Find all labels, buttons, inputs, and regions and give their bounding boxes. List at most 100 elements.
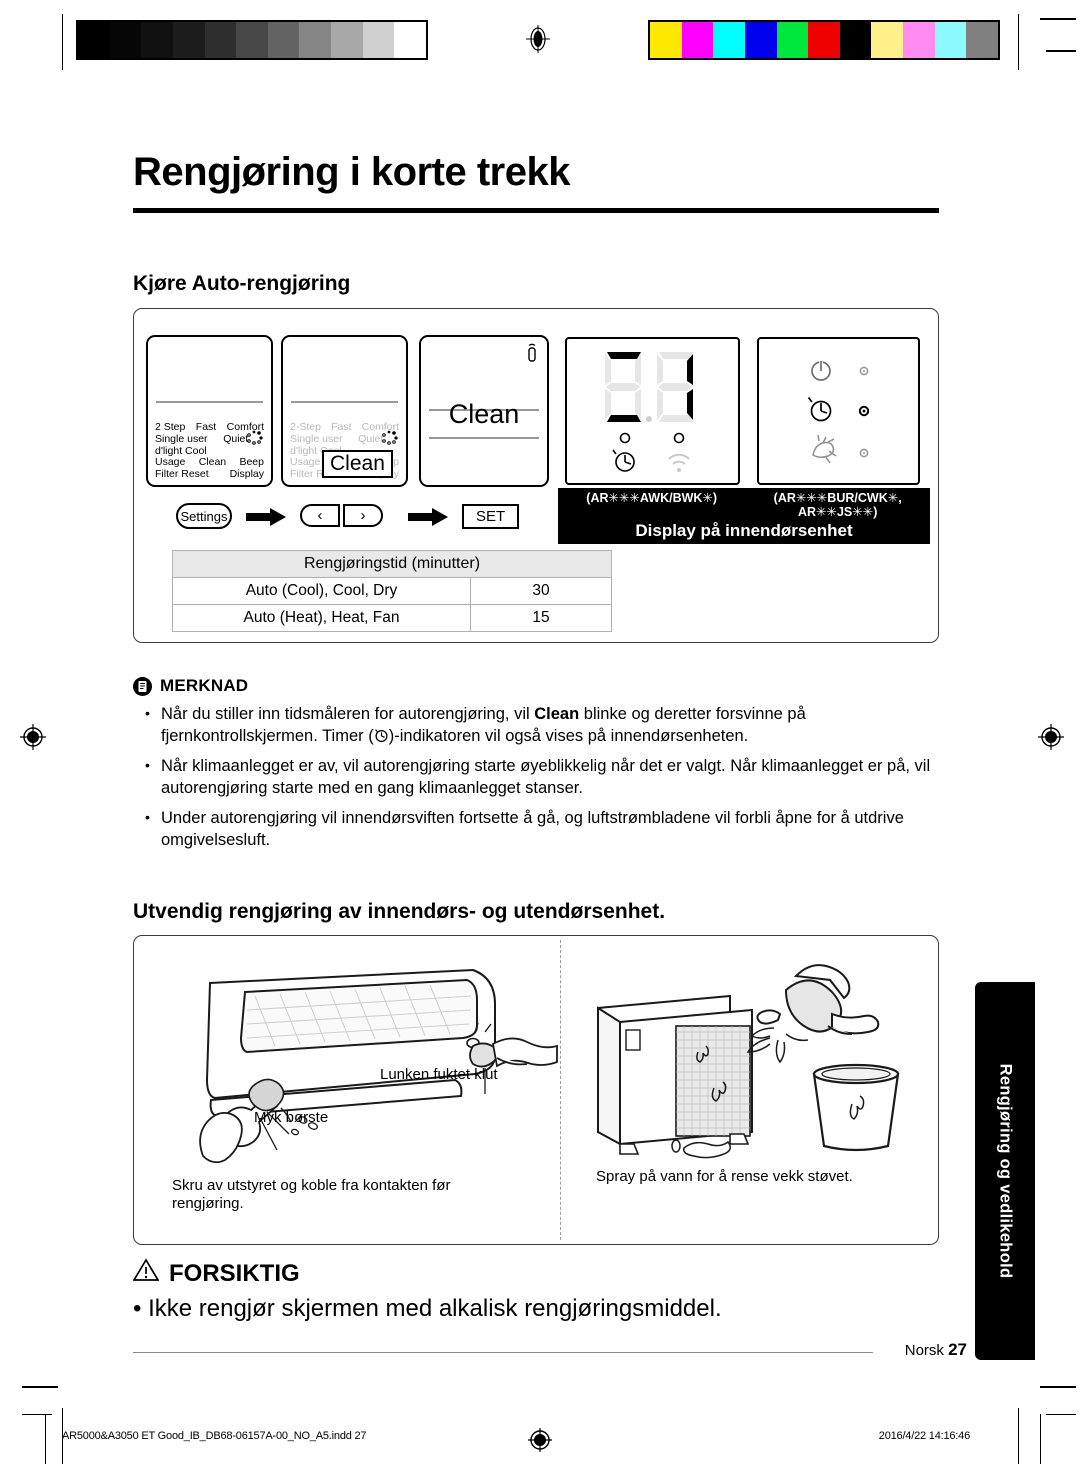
table-cell-minutes: 30 [470, 577, 612, 605]
note-section: MERKNAD Når du stiller inn tidsmåleren f… [133, 676, 948, 859]
timer-icon [374, 727, 389, 743]
color-swatch-5 [808, 22, 840, 58]
model-code-right-line2: AR✳✳JS✳✳) [797, 505, 878, 519]
model-code-left: (AR✳✳✳AWK/BWK✳) [586, 491, 718, 505]
clean-highlight-label: Clean [322, 450, 393, 478]
right-panel-indicator-icons [807, 360, 870, 464]
left-arrow-key[interactable]: ‹ [300, 504, 340, 527]
grayscale-swatch-6 [267, 22, 300, 58]
indoor-display-caption: Display på innendørsenhet [635, 521, 853, 540]
cleaning-time-table: Rengjøringstid (minutter) Auto (Cool), C… [172, 550, 612, 632]
registration-mark-left [18, 722, 48, 752]
indoor-unit-illustration [199, 968, 558, 1164]
note-b1-p3: )-indikatoren vil også vises på innendør… [388, 727, 749, 745]
table-cell-minutes: 15 [470, 604, 612, 632]
grayscale-swatch-8 [331, 22, 363, 58]
caution-section: FORSIKTIG • Ikke rengjør skjermen med al… [132, 1258, 722, 1323]
crop-line-br-h1 [1040, 1386, 1076, 1388]
right-arrow-key[interactable]: › [343, 504, 383, 527]
remote1-r2c1: Single user [155, 432, 208, 445]
note-document-icon [133, 676, 152, 696]
color-swatch-4 [776, 22, 809, 58]
color-swatch-1 [681, 22, 714, 58]
color-swatch-9 [934, 22, 967, 58]
caution-heading-row: FORSIKTIG [132, 1258, 722, 1289]
note-bullet-list: Når du stiller inn tidsmåleren for autor… [133, 702, 948, 851]
table-header: Rengjøringstid (minutter) [172, 550, 612, 578]
grayscale-swatch-5 [236, 22, 268, 58]
grayscale-calibration-strip [76, 20, 428, 60]
crop-line-bottom-right [1018, 1408, 1019, 1464]
caution-heading: FORSIKTIG [169, 1259, 300, 1287]
crop-line-top-left [62, 14, 63, 70]
crop-line-bl-h1 [22, 1386, 58, 1388]
grayscale-swatch-7 [299, 22, 331, 58]
grayscale-swatch-1 [109, 22, 142, 58]
crop-line-bl-h2 [22, 1414, 52, 1415]
seven-segment-display [605, 352, 693, 422]
navigation-arrow-keys[interactable]: ‹ › [300, 504, 383, 527]
remote-signal-icon [525, 343, 539, 368]
remote3-clean-label: Clean [448, 399, 520, 429]
note-b1-bold: Clean [534, 705, 580, 723]
outdoor-unit-illustration [597, 964, 900, 1159]
color-swatch-7 [871, 22, 903, 58]
page-title: Rengjøring i korte trekk [133, 150, 570, 194]
table-header-row: Rengjøringstid (minutter) [172, 550, 612, 578]
table-cell-mode: Auto (Heat), Heat, Fan [172, 604, 471, 632]
section-heading-auto-clean: Kjøre Auto-rengjøring [133, 272, 351, 295]
remote1-r5c3: Display [229, 468, 264, 481]
side-tab-chapter: Rengjøring og vedlikehold [975, 982, 1035, 1360]
indoor-display-panel-right [757, 337, 920, 485]
color-calibration-strip [648, 20, 1000, 60]
title-underline [133, 208, 939, 213]
model-code-right: (AR✳✳✳BUR/CWK✳, AR✳✳JS✳✳) [774, 491, 902, 519]
label-soft-brush: Myk børste [254, 1109, 329, 1126]
section-heading-exterior-cleaning: Utvendig rengjøring av innendørs- og ute… [133, 900, 666, 923]
note-bullet-3: Under autorengjøring vil innendørsviften… [133, 806, 948, 851]
crop-line-br-v [1040, 1414, 1041, 1464]
registration-mark-top [523, 24, 553, 54]
print-filename: AR5000&A3050 ET Good_IB_DB68-06157A-00_N… [62, 1430, 367, 1442]
caution-bullet-marker: • [133, 1295, 142, 1322]
color-swatch-2 [713, 22, 745, 58]
grayscale-swatch-3 [172, 22, 205, 58]
warning-triangle-icon [132, 1258, 160, 1289]
table-cell-mode: Auto (Cool), Cool, Dry [172, 577, 471, 605]
flow-arrow-2 [408, 508, 448, 528]
side-tab-label: Rengjøring og vedlikehold [996, 1063, 1015, 1279]
grayscale-swatch-9 [362, 22, 395, 58]
caution-bullet-text: Ikke rengjør skjermen med alkalisk rengj… [148, 1295, 722, 1322]
note-bullet-1: Når du stiller inn tidsmåleren for autor… [133, 702, 948, 747]
note-b1-p1: Når du stiller inn tidsmåleren for autor… [161, 705, 535, 723]
grayscale-swatch-10 [394, 22, 426, 58]
footer-rule [133, 1352, 873, 1353]
table-row: Auto (Cool), Cool, Dry 30 [172, 577, 612, 605]
left-panel-indicator-icons [612, 432, 690, 472]
table-row: Auto (Heat), Heat, Fan 15 [172, 604, 612, 632]
crop-line-right-a [1040, 18, 1076, 20]
remote2-r2c1: Single user [290, 432, 343, 445]
note-heading-row: MERKNAD [133, 676, 948, 696]
label-warm-cloth: Lunken fuktet klut [380, 1066, 498, 1083]
color-swatch-3 [744, 22, 777, 58]
remote1-r5c1: Filter Reset [155, 468, 209, 481]
flow-arrow-1 [246, 508, 286, 528]
remote-screen-step1: 2 Step Fast Comfort Single user Quiet d'lig… [146, 335, 273, 487]
crop-line-br-h2 [1046, 1414, 1076, 1415]
color-swatch-0 [650, 22, 682, 58]
print-datestamp: 2016/4/22 14:16:46 [878, 1430, 970, 1442]
remote-screen-step3: Clean [419, 335, 549, 487]
indoor-display-caption-bar: (AR✳✳✳AWK/BWK✳) (AR✳✳✳BUR/CWK✳, AR✳✳JS✳✳… [558, 488, 930, 544]
set-button[interactable]: SET [462, 504, 520, 529]
footer-page-number: 27 [948, 1340, 967, 1359]
grayscale-swatch-0 [78, 22, 110, 58]
footer-language: Norsk [904, 1342, 944, 1359]
settings-button[interactable]: Settings [176, 503, 232, 529]
footer-page-label: Norsk 27 [905, 1340, 967, 1360]
grayscale-swatch-2 [141, 22, 173, 58]
fan-swirl-icon [243, 428, 265, 451]
fan-swirl-icon-dim [378, 428, 400, 451]
model-code-right-line1: (AR✳✳✳BUR/CWK✳, [773, 491, 902, 505]
caution-bullet-row: • Ikke rengjør skjermen med alkalisk ren… [133, 1295, 722, 1323]
